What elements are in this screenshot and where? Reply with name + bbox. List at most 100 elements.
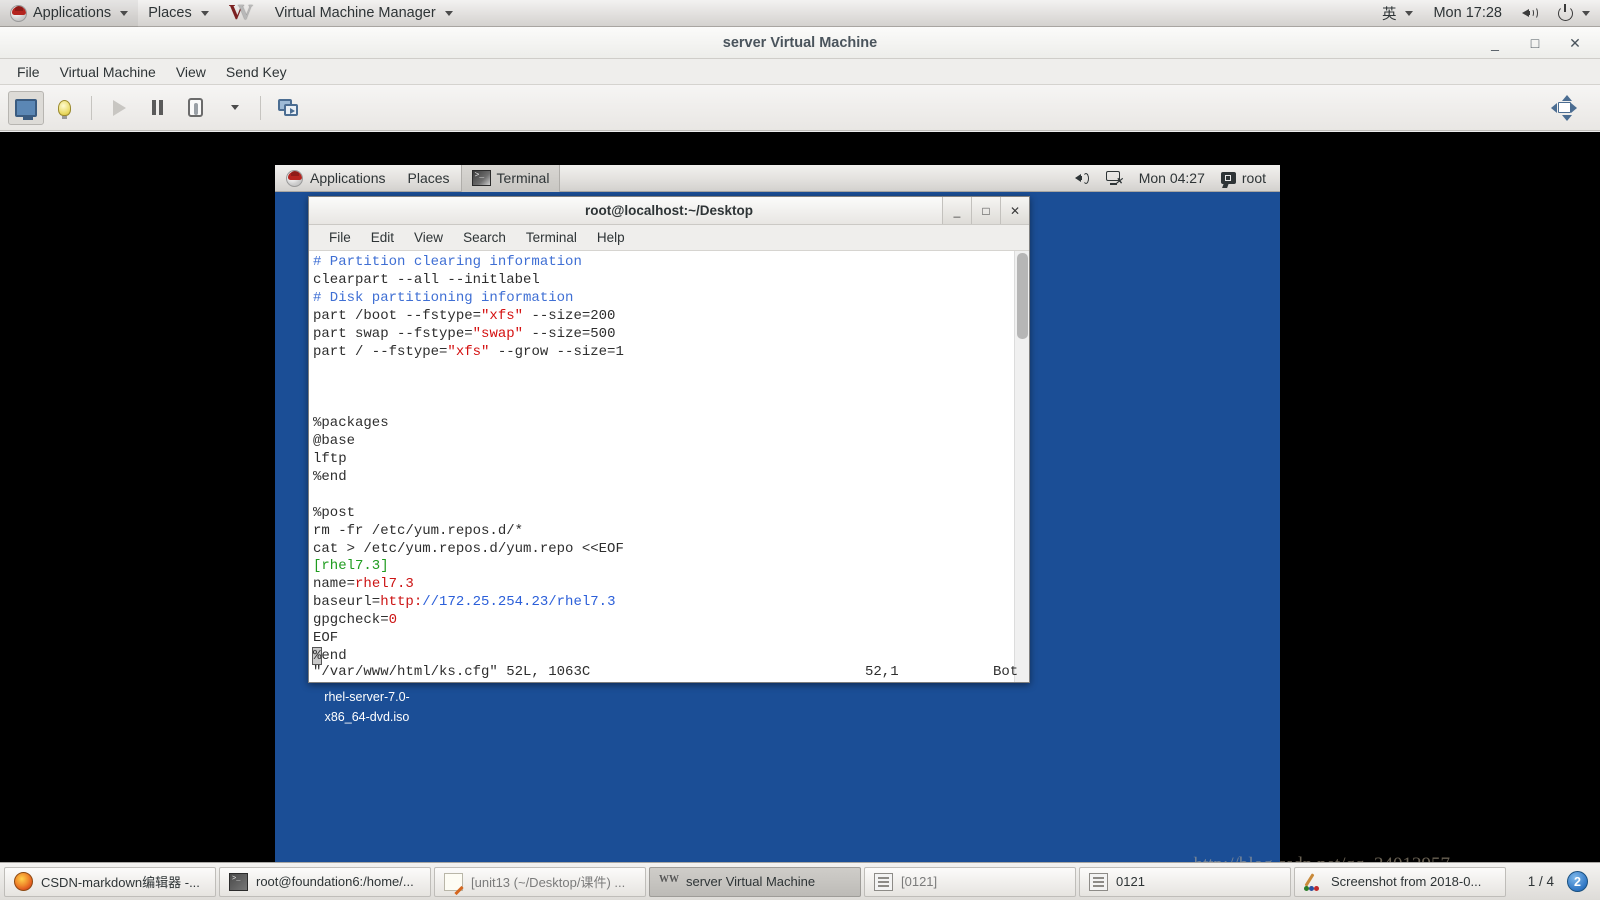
terminal-text-span: [rhel7.3] (313, 558, 389, 575)
vmm-menu-send-key[interactable]: Send Key (217, 61, 296, 83)
terminal-line: # Partition clearing information (313, 254, 1014, 272)
shutdown-dropdown-button[interactable] (215, 91, 251, 125)
chevron-down-icon (120, 10, 129, 16)
vmm-window-title: server Virtual Machine (722, 35, 878, 51)
input-method-indicator[interactable]: 英 (1372, 0, 1424, 27)
host-clock[interactable]: Mon 17:28 (1423, 0, 1512, 27)
host-active-app-menu[interactable]: VV Virtual Machine Manager (219, 0, 463, 27)
scrollbar-thumb[interactable] (1017, 253, 1028, 339)
terminal-text-span: "swap" (472, 325, 524, 342)
shutdown-button[interactable] (177, 91, 213, 125)
vmm-menu-view[interactable]: View (167, 61, 215, 83)
fullscreen-button[interactable] (1546, 91, 1582, 125)
fullscreen-resize-icon (1551, 94, 1577, 121)
guest-taskbar-terminal[interactable]: Terminal (460, 164, 561, 192)
terminal-menu-edit[interactable]: Edit (361, 228, 404, 247)
vim-status-line: "/var/www/html/ks.cfg" 52L, 1063C 52,1 B… (313, 664, 1027, 680)
terminal-window-title: root@localhost:~/Desktop (584, 203, 754, 218)
details-view-button[interactable] (46, 91, 82, 125)
terminal-menu-terminal[interactable]: Terminal (516, 228, 587, 247)
workspace-indicator[interactable]: 1 / 4 (1524, 874, 1558, 889)
guest-user-menu[interactable]: root (1220, 170, 1266, 186)
host-volume-indicator[interactable] (1512, 0, 1548, 27)
guest-desktop[interactable]: Applications Places Terminal ✕ Mon 04:27… (275, 164, 1280, 875)
terminal-menu-view[interactable]: View (404, 228, 453, 247)
taskbar-button-label: CSDN-markdown编辑器 -... (41, 875, 200, 890)
chat-icon (1220, 172, 1236, 184)
terminal-text-content[interactable]: # Partition clearing information clearpar… (309, 251, 1014, 682)
chevron-down-icon (200, 10, 209, 16)
host-applications-menu[interactable]: Applications (0, 0, 139, 27)
desktop-icon-label-line1: rhel-server-7.0- (324, 690, 410, 704)
terminal-scrollbar[interactable] (1014, 251, 1029, 682)
terminal-line: EOF (313, 630, 1014, 648)
guest-applications-menu[interactable]: Applications (275, 165, 397, 192)
guest-clock[interactable]: Mon 04:27 (1139, 170, 1205, 186)
taskbar-button-label: [0121] (901, 874, 938, 889)
host-panel-status-area: 英 Mon 17:28 (1372, 0, 1600, 27)
vmm-close-button[interactable]: ✕ (1568, 35, 1582, 52)
power-icon (1558, 3, 1573, 21)
terminal-line: [rhel7.3] (313, 558, 1014, 576)
red-hat-logo-icon (286, 169, 303, 187)
console-view-button[interactable] (8, 90, 44, 125)
notification-badge[interactable]: 2 (1567, 871, 1588, 892)
host-system-menu[interactable] (1548, 0, 1600, 27)
guest-places-menu[interactable]: Places (397, 165, 461, 192)
terminal-text-span: %post (313, 504, 356, 521)
taskbar-button[interactable]: [0121] (864, 866, 1076, 897)
run-button[interactable] (101, 91, 137, 125)
terminal-body[interactable]: # Partition clearing information clearpar… (309, 251, 1029, 682)
monitor-icon (15, 98, 37, 120)
terminal-line: %post (313, 505, 1014, 523)
terminal-line: part / --fstype="xfs" --grow --size=1 (313, 344, 1014, 362)
terminal-menu-help[interactable]: Help (587, 228, 635, 247)
terminal-text-span: cat > /etc/yum.repos.d/yum.repo <<EOF (313, 540, 624, 557)
guest-applications-label: Applications (310, 170, 386, 186)
terminal-maximize-button[interactable]: □ (971, 197, 1000, 224)
terminal-window[interactable]: root@localhost:~/Desktop _ □ ✕ File Edit… (308, 196, 1030, 683)
red-hat-logo-icon (10, 4, 27, 22)
host-taskbar: CSDN-markdown编辑器 -... root@foundation6:/h… (0, 862, 1600, 900)
host-top-panel: Applications Places VV Virtual Machine M… (0, 0, 1600, 27)
vm-console-area[interactable]: Applications Places Terminal ✕ Mon 04:27… (0, 132, 1600, 875)
network-disconnected-icon[interactable]: ✕ (1105, 171, 1123, 186)
terminal-minimize-button[interactable]: _ (942, 197, 971, 224)
virtual-machine-manager-icon: VV (228, 0, 253, 24)
taskbar-button[interactable]: [unit13 (~/Desktop/课件) ... (434, 866, 646, 897)
snapshots-button[interactable] (270, 91, 306, 125)
vmm-menu-virtual-machine[interactable]: Virtual Machine (51, 61, 165, 83)
taskbar-button[interactable]: Screenshot from 2018-0... (1294, 866, 1506, 897)
firefox-icon (14, 872, 33, 891)
terminal-text-span: gpgcheck= (313, 612, 389, 629)
terminal-title-bar[interactable]: root@localhost:~/Desktop _ □ ✕ (309, 197, 1029, 225)
input-method-label: 英 (1381, 6, 1397, 23)
power-switch-icon (187, 98, 203, 117)
host-places-menu[interactable]: Places (138, 0, 219, 27)
taskbar-button[interactable]: root@foundation6:/home/... (219, 866, 431, 897)
chevron-down-icon (1405, 10, 1414, 16)
terminal-text-span: --size=500 (523, 325, 616, 342)
terminal-menu-search[interactable]: Search (453, 228, 516, 247)
terminal-text-span: --grow --size=1 (489, 343, 624, 360)
vmm-minimize-button[interactable]: _ (1488, 35, 1502, 51)
taskbar-button[interactable]: 0121 (1079, 866, 1291, 897)
editor-icon (444, 872, 463, 891)
pause-button[interactable] (139, 91, 175, 125)
terminal-close-button[interactable]: ✕ (1000, 197, 1029, 224)
host-active-app-label: Virtual Machine Manager (274, 5, 436, 21)
host-places-label: Places (148, 5, 192, 21)
guest-user-label: root (1241, 170, 1266, 186)
vmm-maximize-button[interactable]: □ (1528, 35, 1542, 51)
terminal-menu-file[interactable]: File (319, 228, 361, 247)
terminal-text-span: lftp (313, 450, 347, 467)
taskbar-button[interactable]: CSDN-markdown编辑器 -... (4, 866, 216, 897)
terminal-line: rm -fr /etc/yum.repos.d/* (313, 523, 1014, 541)
chevron-down-icon (230, 105, 239, 110)
snapshots-icon (277, 98, 299, 117)
terminal-line: %end (313, 469, 1014, 487)
speaker-icon[interactable] (1074, 172, 1090, 185)
taskbar-right-zone: 1 / 4 2 (1524, 871, 1596, 892)
taskbar-button[interactable]: server Virtual Machine (649, 866, 861, 897)
vmm-menu-file[interactable]: File (8, 61, 49, 83)
